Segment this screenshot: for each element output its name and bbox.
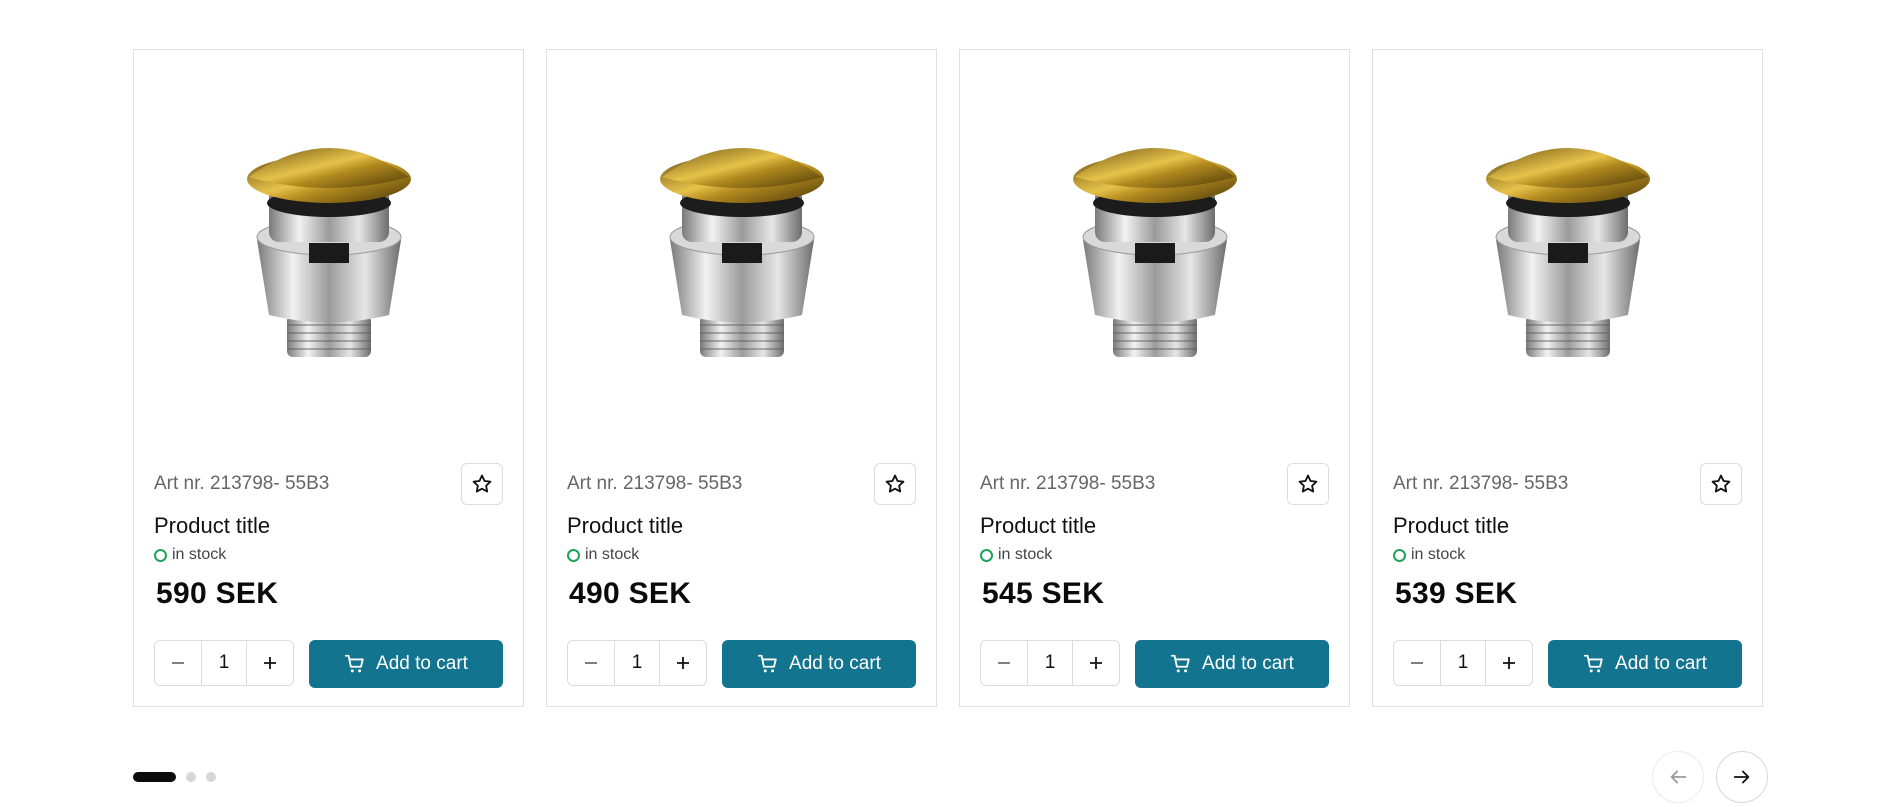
quantity-stepper: 1 <box>154 640 294 686</box>
product-price: 590 SEK <box>156 577 279 610</box>
stock-status: in stock <box>1393 546 1465 564</box>
stock-label: in stock <box>585 546 640 563</box>
decrease-quantity-button[interactable] <box>568 641 614 685</box>
increase-quantity-button[interactable] <box>247 641 293 685</box>
add-to-cart-button[interactable]: Add to cart <box>1548 640 1742 688</box>
add-to-cart-label: Add to cart <box>1202 653 1294 674</box>
product-image[interactable] <box>1373 50 1762 450</box>
article-number: Art nr. 213798- 55B3 <box>980 473 1156 494</box>
add-to-cart-label: Add to cart <box>1615 653 1707 674</box>
arrow-right-icon <box>1733 770 1750 784</box>
product-title[interactable]: Product title <box>980 513 1096 539</box>
quantity-stepper: 1 <box>1393 640 1533 686</box>
minus-icon <box>585 662 597 664</box>
drain-plug-image <box>246 148 411 357</box>
stock-status: in stock <box>980 546 1052 564</box>
increase-quantity-button[interactable] <box>660 641 706 685</box>
decrease-quantity-button[interactable] <box>155 641 201 685</box>
favorite-button[interactable] <box>461 463 503 505</box>
quantity-value[interactable]: 1 <box>1440 641 1486 685</box>
add-to-cart-label: Add to cart <box>789 653 881 674</box>
quantity-stepper: 1 <box>567 640 707 686</box>
increase-quantity-button[interactable] <box>1486 641 1532 685</box>
product-card: Art nr. 213798- 55B3 Product title in st… <box>1372 49 1763 707</box>
drain-plug-image <box>1485 148 1650 357</box>
stock-status-ring-icon <box>980 548 993 562</box>
quantity-value[interactable]: 1 <box>614 641 660 685</box>
arrow-left-icon <box>1670 770 1687 784</box>
stock-status: in stock <box>567 546 639 564</box>
favorite-button[interactable] <box>1700 463 1742 505</box>
star-outline-icon <box>885 474 905 493</box>
plus-icon <box>264 657 276 669</box>
product-title[interactable]: Product title <box>154 513 270 539</box>
product-title[interactable]: Product title <box>567 513 683 539</box>
shopping-cart-icon <box>1583 654 1603 673</box>
carousel-next-button[interactable] <box>1716 751 1768 803</box>
stock-label: in stock <box>172 546 227 563</box>
quantity-value[interactable]: 1 <box>1027 641 1073 685</box>
product-image[interactable] <box>134 50 523 450</box>
add-to-cart-label: Add to cart <box>376 653 468 674</box>
star-outline-icon <box>1711 474 1731 493</box>
plus-icon <box>1503 657 1515 669</box>
favorite-button[interactable] <box>1287 463 1329 505</box>
pagination-dot[interactable] <box>186 772 196 782</box>
star-outline-icon <box>1298 474 1318 493</box>
stock-status: in stock <box>154 546 226 564</box>
drain-plug-image <box>659 148 824 357</box>
minus-icon <box>172 662 184 664</box>
article-number: Art nr. 213798- 55B3 <box>567 473 743 494</box>
product-card: Art nr. 213798- 55B3 Product title in st… <box>133 49 524 707</box>
decrease-quantity-button[interactable] <box>1394 641 1440 685</box>
add-to-cart-button[interactable]: Add to cart <box>1135 640 1329 688</box>
product-image[interactable] <box>547 50 936 450</box>
carousel-pagination <box>133 772 216 782</box>
stock-status-ring-icon <box>154 548 167 562</box>
product-card: Art nr. 213798- 55B3 Product title in st… <box>546 49 937 707</box>
increase-quantity-button[interactable] <box>1073 641 1119 685</box>
product-price: 539 SEK <box>1395 577 1518 610</box>
stock-status-ring-icon <box>567 548 580 562</box>
plus-icon <box>677 657 689 669</box>
shopping-cart-icon <box>757 654 777 673</box>
plus-icon <box>1090 657 1102 669</box>
add-to-cart-button[interactable]: Add to cart <box>309 640 503 688</box>
product-title[interactable]: Product title <box>1393 513 1509 539</box>
favorite-button[interactable] <box>874 463 916 505</box>
stock-status-ring-icon <box>1393 548 1406 562</box>
product-image[interactable] <box>960 50 1349 450</box>
shopping-cart-icon <box>1170 654 1190 673</box>
product-card: Art nr. 213798- 55B3 Product title in st… <box>959 49 1350 707</box>
minus-icon <box>998 662 1010 664</box>
article-number: Art nr. 213798- 55B3 <box>1393 473 1569 494</box>
product-price: 490 SEK <box>569 577 692 610</box>
product-carousel: Art nr. 213798- 55B3 Product title in st… <box>133 49 1763 707</box>
minus-icon <box>1411 662 1423 664</box>
article-number: Art nr. 213798- 55B3 <box>154 473 330 494</box>
star-outline-icon <box>472 474 492 493</box>
carousel-prev-button[interactable] <box>1652 751 1704 803</box>
pagination-dot[interactable] <box>206 772 216 782</box>
add-to-cart-button[interactable]: Add to cart <box>722 640 916 688</box>
quantity-stepper: 1 <box>980 640 1120 686</box>
stock-label: in stock <box>998 546 1053 563</box>
decrease-quantity-button[interactable] <box>981 641 1027 685</box>
drain-plug-image <box>1072 148 1237 357</box>
pagination-dot[interactable] <box>133 772 176 782</box>
stock-label: in stock <box>1411 546 1466 563</box>
quantity-value[interactable]: 1 <box>201 641 247 685</box>
shopping-cart-icon <box>344 654 364 673</box>
product-price: 545 SEK <box>982 577 1105 610</box>
